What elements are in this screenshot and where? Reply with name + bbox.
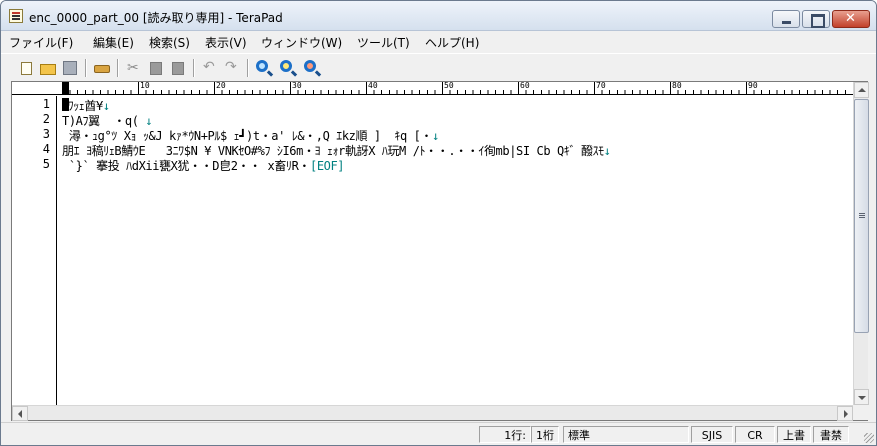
text-area[interactable]: ﾂﾜｯｪ酋¥↓ T)Aﾌ翼 ・q( ↓ 潯・ｭg°ﾂ Xｮ ｯ&J kｧ*ｳN+… [60,96,853,405]
ruler-label: 80 [672,82,682,90]
scrollbar-corner [853,405,868,420]
eol-mark: ↓ [432,129,439,143]
vertical-scroll-thumb[interactable] [854,99,869,333]
toolbar-separator [85,59,87,77]
ruler-label: 40 [368,82,378,90]
line-number: 1 [42,97,50,111]
ruler-label: 30 [292,82,302,90]
eol-mark: ↓ [603,144,611,158]
toolbar-separator [117,59,119,77]
copy-icon[interactable] [147,59,165,77]
minimize-button[interactable] [772,10,800,28]
menu-search[interactable]: 検索(S) [149,34,190,51]
ruler-label: 60 [520,82,530,90]
menu-tools[interactable]: ツール(T) [357,34,410,51]
find-next-icon[interactable] [279,59,297,77]
status-newline[interactable]: CR [735,426,775,443]
terapad-window: enc_0000_part_00 [読み取り専用] - TeraPad ファイル… [0,0,877,446]
line-number: 3 [42,127,50,141]
ruler-label: 70 [596,82,606,90]
line-number-gutter: 1 2 3 4 5 [12,96,57,405]
scroll-down-arrow-icon[interactable] [854,389,869,405]
find-prev-icon[interactable] [303,59,321,77]
undo-icon[interactable]: ↶ [201,59,219,77]
scroll-left-arrow-icon[interactable] [12,406,28,421]
ruler-label: 20 [216,82,226,90]
cut-icon[interactable]: ✂ [125,59,143,77]
menu-view[interactable]: 表示(V) [205,34,247,51]
toolbar-separator [193,59,195,77]
menu-window[interactable]: ウィンドウ(W) [261,34,342,51]
redo-icon[interactable]: ↷ [223,59,241,77]
line-number: 5 [42,157,50,171]
status-input-mode: 標準 [563,426,689,443]
paste-icon[interactable] [169,59,187,77]
menu-bar: ファイル(F) 編集(E) 検索(S) 表示(V) ウィンドウ(W) ツール(T… [1,31,876,51]
title-bar[interactable]: enc_0000_part_00 [読み取り専用] - TeraPad [1,1,876,31]
save-icon[interactable] [61,59,79,77]
status-column: 1桁 [531,426,559,443]
open-folder-icon[interactable] [39,59,57,77]
ruler-ticks [62,82,852,94]
status-encoding[interactable]: SJIS [691,426,733,443]
status-line: 1行: [479,426,531,443]
new-file-icon[interactable] [17,59,35,77]
print-icon[interactable] [93,59,111,77]
toolbar-separator [247,59,249,77]
terapad-app-icon[interactable] [9,9,23,23]
horizontal-scrollbar[interactable] [12,405,853,421]
ruler-label: 50 [444,82,454,90]
text-line[interactable]: `}` 搴投 ﾊdXii甕X犹・・D皀2・・ x畜ﾘR・[EOF] [62,157,345,174]
menu-help[interactable]: ヘルプ(H) [425,34,479,51]
close-button[interactable] [832,10,870,28]
menu-file[interactable]: ファイル(F) [9,34,73,51]
ruler-label: 0 [64,82,69,90]
scroll-up-arrow-icon[interactable] [854,82,869,98]
line-number: 4 [42,142,50,156]
ruler-label: 90 [748,82,758,90]
status-overwrite[interactable]: 上書 [777,426,811,443]
menu-edit[interactable]: 編集(E) [93,34,134,51]
resize-grip-icon[interactable] [864,433,874,443]
toolbar: ✂ ↶ ↷ [1,53,876,81]
vertical-scrollbar[interactable] [853,82,869,405]
window-title: enc_0000_part_00 [読み取り専用] - TeraPad [29,11,283,25]
line-number: 2 [42,112,50,126]
find-icon[interactable] [255,59,273,77]
eol-mark: ↓ [145,114,153,128]
editor-pane[interactable]: 0 10 20 30 40 50 60 70 80 90 1 2 3 4 5 ﾂ… [11,81,869,421]
scroll-right-arrow-icon[interactable] [837,406,853,421]
maximize-button[interactable] [802,10,830,28]
column-ruler: 0 10 20 30 40 50 60 70 80 90 [12,82,853,95]
eol-mark: ↓ [102,99,110,113]
eof-mark: [EOF] [310,159,345,173]
status-readonly[interactable]: 書禁 [813,426,849,443]
status-bar: 1行: 1桁 標準 SJIS CR 上書 書禁 [1,422,876,445]
ruler-label: 10 [140,82,150,90]
